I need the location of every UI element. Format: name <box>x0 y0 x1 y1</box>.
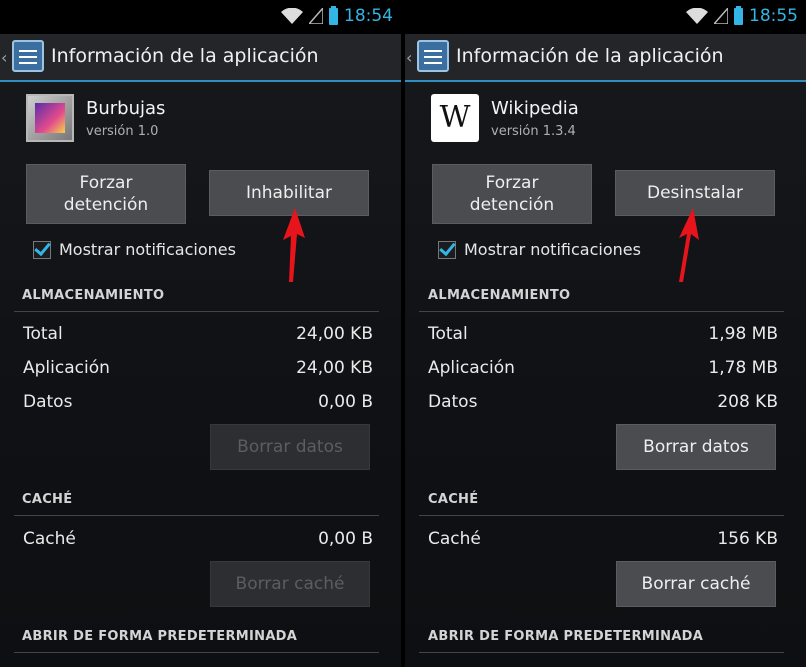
total-value: 1,98 MB <box>708 324 778 344</box>
app-icon-burbujas <box>26 94 74 142</box>
screenshot-comparison: 18:54 ‹ Información de la aplicación Bur… <box>0 0 806 667</box>
storage-divider <box>14 311 379 312</box>
status-bar: 18:55 <box>405 0 806 34</box>
data-value: 0,00 B <box>318 392 373 412</box>
total-label: Total <box>428 324 468 344</box>
status-time: 18:54 <box>344 6 393 26</box>
cache-header: CACHÉ <box>22 492 73 507</box>
open-default-divider <box>14 652 379 653</box>
application-value: 24,00 KB <box>296 358 373 378</box>
action-bar: ‹ Información de la aplicación <box>0 34 401 82</box>
cache-value: 0,00 B <box>318 529 373 549</box>
cache-label: Caché <box>23 529 76 549</box>
signal-icon <box>309 8 323 24</box>
battery-icon <box>734 5 743 25</box>
show-notifications-checkbox[interactable] <box>33 240 51 259</box>
settings-app-icon[interactable] <box>12 40 44 72</box>
status-icons: 18:54 <box>281 5 393 26</box>
back-chevron-icon[interactable]: ‹ <box>1 48 7 67</box>
back-chevron-icon[interactable]: ‹ <box>406 48 412 67</box>
app-version: versión 1.0 <box>86 124 159 139</box>
page-title: Información de la aplicación <box>456 45 724 67</box>
clear-data-button[interactable]: Borrar datos <box>210 424 370 470</box>
app-version: versión 1.3.4 <box>491 124 576 139</box>
storage-header: ALMACENAMIENTO <box>428 288 571 303</box>
signal-icon <box>714 8 728 24</box>
force-stop-label: Forzar detención <box>469 173 555 215</box>
page-title: Información de la aplicación <box>51 45 319 67</box>
storage-divider <box>419 311 784 312</box>
total-label: Total <box>23 324 63 344</box>
settings-app-icon[interactable] <box>417 40 449 72</box>
open-default-header: ABRIR DE FORMA PREDETERMINADA <box>428 629 704 644</box>
clear-data-label: Borrar datos <box>237 437 343 457</box>
uninstall-label: Desinstalar <box>647 183 743 203</box>
status-bar: 18:54 <box>0 0 401 34</box>
cache-header: CACHÉ <box>428 492 479 507</box>
action-bar: ‹ Información de la aplicación <box>405 34 806 82</box>
data-value: 208 KB <box>717 392 778 412</box>
app-name: Burbujas <box>86 98 166 119</box>
app-name: Wikipedia <box>491 98 579 119</box>
force-stop-button[interactable]: Forzar detención <box>26 164 186 224</box>
wikipedia-logo-glyph: W <box>439 100 471 135</box>
disable-label: Inhabilitar <box>245 183 332 203</box>
clear-cache-label: Borrar caché <box>235 574 345 594</box>
wifi-icon <box>281 8 303 24</box>
clear-cache-button[interactable]: Borrar caché <box>616 561 776 607</box>
cache-value: 156 KB <box>717 529 778 549</box>
data-label: Datos <box>23 392 73 412</box>
app-info-screen-wikipedia: 18:55 ‹ Información de la aplicación W W… <box>405 0 806 667</box>
red-arrow-annotation <box>679 208 699 282</box>
show-notifications-label: Mostrar notificaciones <box>464 240 641 259</box>
total-value: 24,00 KB <box>296 324 373 344</box>
clear-cache-label: Borrar caché <box>641 574 751 594</box>
cache-divider <box>419 515 784 516</box>
app-icon-wikipedia: W <box>431 94 479 142</box>
status-icons: 18:55 <box>686 5 798 26</box>
force-stop-button[interactable]: Forzar detención <box>432 164 592 224</box>
data-label: Datos <box>428 392 478 412</box>
app-info-screen-burbujas: 18:54 ‹ Información de la aplicación Bur… <box>0 0 401 667</box>
application-label: Aplicación <box>428 358 515 378</box>
cache-label: Caché <box>428 529 481 549</box>
application-value: 1,78 MB <box>708 358 778 378</box>
clear-cache-button[interactable]: Borrar caché <box>210 561 370 607</box>
open-default-divider <box>419 652 784 653</box>
clear-data-button[interactable]: Borrar datos <box>616 424 776 470</box>
show-notifications-row[interactable]: Mostrar notificaciones <box>438 240 641 259</box>
cache-divider <box>14 515 379 516</box>
wifi-icon <box>686 8 708 24</box>
open-default-header: ABRIR DE FORMA PREDETERMINADA <box>22 629 298 644</box>
force-stop-label: Forzar detención <box>63 173 149 215</box>
show-notifications-checkbox[interactable] <box>438 240 456 259</box>
show-notifications-label: Mostrar notificaciones <box>59 240 236 259</box>
application-label: Aplicación <box>23 358 110 378</box>
status-time: 18:55 <box>749 6 798 26</box>
storage-header: ALMACENAMIENTO <box>22 288 165 303</box>
battery-icon <box>329 5 338 25</box>
clear-data-label: Borrar datos <box>643 437 749 457</box>
red-arrow-annotation <box>283 208 305 282</box>
show-notifications-row[interactable]: Mostrar notificaciones <box>33 240 236 259</box>
